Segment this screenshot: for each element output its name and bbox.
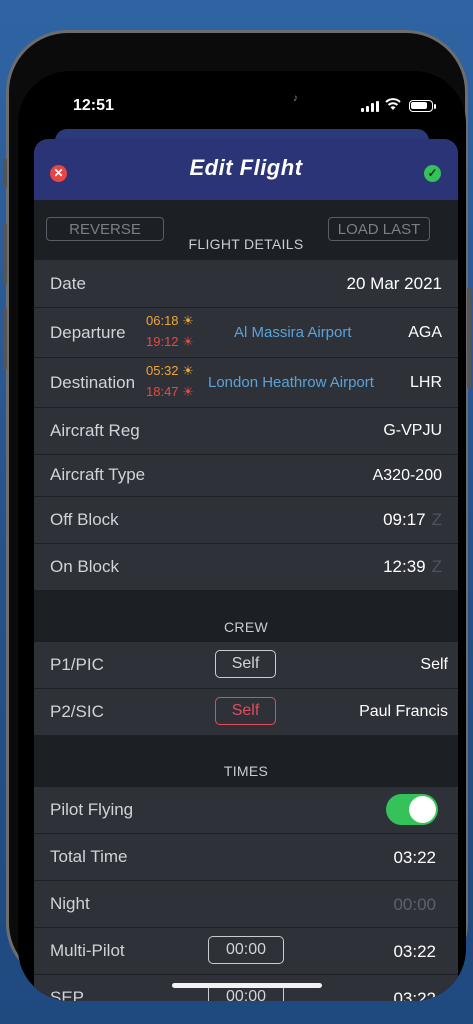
- status-time: 12:51: [73, 97, 114, 114]
- destination-sunrise-value: 05:32: [146, 363, 179, 378]
- battery-tip: [434, 104, 436, 109]
- toggle-knob: [409, 796, 436, 823]
- p2-value: Paul Francis: [359, 703, 448, 720]
- off-block-row[interactable]: Off Block 09:17 Z: [34, 496, 458, 543]
- multi-pilot-row[interactable]: Multi-Pilot 00:00 03:22: [34, 927, 458, 974]
- destination-code: LHR: [409, 374, 442, 391]
- power-button: [467, 288, 471, 388]
- phone-frame: 12:51 ♪ ✕ Edit Flight ✓ REVERSE LOAD LAS…: [3, 30, 471, 1001]
- total-time-row[interactable]: Total Time 03:22: [34, 833, 458, 880]
- departure-code: AGA: [408, 324, 442, 341]
- sunrise-icon: ☀: [182, 313, 194, 328]
- destination-airport[interactable]: London Heathrow Airport: [208, 374, 374, 391]
- destination-label: Destination: [50, 373, 136, 392]
- on-block-value-group: 12:39 Z: [383, 557, 442, 577]
- departure-sunrise-time: 06:18 ☀: [146, 313, 194, 329]
- destination-sunset-value: 18:47: [146, 384, 179, 399]
- confirm-icon[interactable]: ✓: [424, 165, 441, 182]
- on-block-value: 12:39: [383, 557, 426, 576]
- night-row[interactable]: Night 00:00: [34, 880, 458, 927]
- aircraft-type-label: Aircraft Type: [50, 465, 146, 484]
- sunset-icon: ☀: [182, 384, 194, 399]
- status-bar: 12:51 ♪: [18, 71, 466, 131]
- departure-sunset-value: 19:12: [146, 334, 179, 349]
- sunset-icon: ☀: [182, 334, 194, 349]
- on-block-label: On Block: [50, 557, 119, 576]
- night-label: Night: [50, 894, 90, 913]
- volume-up-button: [3, 223, 7, 285]
- off-block-zone: Z: [431, 510, 442, 529]
- home-indicator[interactable]: [172, 983, 322, 988]
- section-crew: CREW: [224, 619, 268, 635]
- destination-row[interactable]: Destination 05:32 ☀ 18:47 ☀ London Heath…: [34, 357, 458, 407]
- p1-label: P1/PIC: [50, 655, 104, 674]
- departure-sunrise-value: 06:18: [146, 313, 179, 328]
- date-value: 20 Mar 2021: [346, 274, 442, 293]
- p1-self-button[interactable]: Self: [215, 650, 276, 678]
- multi-pilot-label: Multi-Pilot: [50, 941, 125, 960]
- p2-label: P2/SIC: [50, 702, 104, 721]
- aircraft-reg-label: Aircraft Reg: [50, 421, 140, 440]
- pilot-flying-toggle[interactable]: [386, 794, 438, 825]
- total-time-label: Total Time: [50, 847, 128, 866]
- aircraft-reg-row[interactable]: Aircraft Reg G-VPJU: [34, 407, 458, 454]
- pilot-flying-row[interactable]: Pilot Flying: [34, 786, 458, 833]
- pilot-flying-label: Pilot Flying: [50, 800, 134, 819]
- p1-row[interactable]: P1/PIC Self Self: [34, 641, 458, 688]
- aircraft-reg-value: G-VPJU: [383, 422, 442, 439]
- screen: 12:51 ♪ ✕ Edit Flight ✓ REVERSE LOAD LAS…: [18, 71, 466, 1001]
- departure-airport[interactable]: Al Massira Airport: [234, 324, 352, 341]
- mute-switch: [3, 158, 7, 188]
- sep-value: 03:22: [393, 989, 436, 1001]
- aircraft-type-row[interactable]: Aircraft Type A320-200: [34, 454, 458, 496]
- date-label: Date: [50, 274, 86, 293]
- on-block-zone: Z: [431, 557, 442, 576]
- aircraft-type-value: A320-200: [372, 467, 442, 484]
- cellular-signal-icon: [361, 101, 379, 112]
- off-block-value: 09:17: [383, 510, 426, 529]
- section-times: TIMES: [223, 763, 269, 779]
- edit-flight-modal: ✕ Edit Flight ✓ REVERSE LOAD LAST FLIGHT…: [34, 139, 458, 1001]
- page-title: Edit Flight: [189, 155, 303, 180]
- multi-pilot-button[interactable]: 00:00: [208, 936, 284, 964]
- sunrise-icon: ☀: [182, 363, 194, 378]
- modal-header: ✕ Edit Flight ✓: [34, 139, 458, 200]
- section-flight-details: FLIGHT DETAILS: [188, 236, 304, 252]
- destination-sunrise-time: 05:32 ☀: [146, 363, 194, 379]
- p1-value: Self: [420, 656, 448, 673]
- camera-icon: ♪: [293, 93, 298, 104]
- destination-sunset-time: 18:47 ☀: [146, 384, 194, 400]
- battery-icon: [409, 100, 433, 112]
- on-block-row[interactable]: On Block 12:39 Z: [34, 543, 458, 590]
- p2-row[interactable]: P2/SIC Self Paul Francis: [34, 688, 458, 735]
- departure-label: Departure: [50, 323, 126, 342]
- date-row[interactable]: Date 20 Mar 2021: [34, 259, 458, 307]
- multi-pilot-value: 03:22: [393, 942, 436, 961]
- total-time-value: 03:22: [393, 848, 436, 867]
- wifi-icon: [385, 98, 401, 110]
- sep-label: SEP: [50, 988, 85, 1001]
- off-block-value-group: 09:17 Z: [383, 510, 442, 530]
- off-block-label: Off Block: [50, 510, 119, 529]
- p2-self-button[interactable]: Self: [215, 697, 276, 725]
- departure-row[interactable]: Departure 06:18 ☀ 19:12 ☀ Al Massira Air…: [34, 307, 458, 357]
- departure-sunset-time: 19:12 ☀: [146, 334, 194, 350]
- volume-down-button: [3, 308, 7, 370]
- night-value: 00:00: [393, 895, 436, 914]
